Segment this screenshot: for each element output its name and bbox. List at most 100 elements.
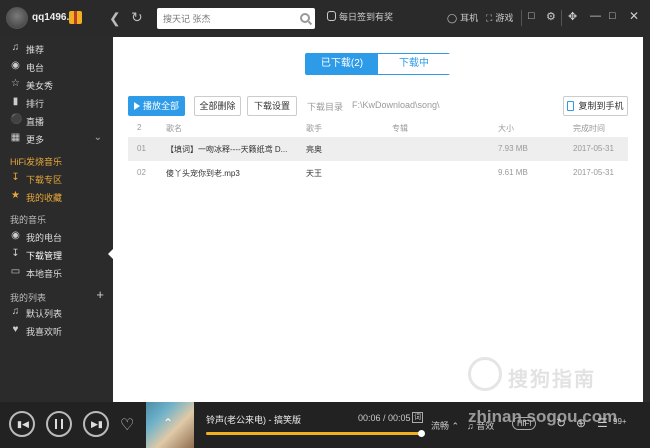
chart-icon: ▮ (12, 96, 19, 107)
sidebar-item-radio[interactable]: ◉ 电台 (0, 57, 112, 75)
tab-downloaded[interactable]: 已下载(2) (306, 54, 378, 74)
sidebar-item-label: 我喜欢听 (26, 327, 63, 337)
col-name[interactable]: 歌名 (166, 123, 182, 134)
col-size[interactable]: 大小 (498, 123, 514, 134)
lyric-button[interactable]: 词 (412, 412, 423, 423)
hifi-badge[interactable]: HiFi (512, 417, 537, 430)
row-completed: 2017-05-31 (573, 168, 614, 177)
search-input[interactable] (163, 11, 291, 26)
music-note-icon: ♫ (11, 306, 20, 317)
sogou-watermark-logo (468, 357, 502, 391)
gift-icon[interactable] (69, 11, 82, 24)
sidebar-item-label: 美女秀 (26, 81, 54, 91)
hifi-section-title: HiFi发烧音乐 (10, 157, 62, 167)
table-row[interactable]: 01 【填词】一吻冰释----天籁纸鸢 D... 亮奥 7.93 MB 2017… (128, 137, 628, 161)
sidebar-item-default-list[interactable]: ♫ 默认列表 (0, 303, 112, 321)
play-all-button[interactable]: 播放全部 (128, 96, 185, 116)
quality-mode[interactable]: 流畅 ⌃ (431, 419, 459, 432)
table-row[interactable]: 02 傻丫头宠你到老.mp3 天王 9.61 MB 2017-05-31 (128, 161, 628, 185)
delete-all-button[interactable]: 全部删除 (194, 96, 241, 116)
sidebar-item-download-manager[interactable]: ↧ 下载管理 (0, 245, 113, 263)
database-icon (327, 11, 336, 21)
sound-effect-button[interactable]: ♫ 音效 (467, 419, 494, 432)
sidebar-item-label: 默认列表 (26, 309, 63, 319)
sidebar-item-recommend[interactable]: ♫ 推荐 (0, 39, 112, 57)
download-icon: ↧ (11, 248, 20, 259)
plus-icon[interactable]: + (96, 287, 104, 302)
search-icon[interactable] (300, 13, 310, 23)
row-name: 傻丫头宠你到老.mp3 (166, 169, 240, 178)
back-arrow-icon[interactable]: ❮ (109, 10, 121, 27)
sidebar-item-liked[interactable]: ♥ 我喜欢听 (0, 321, 112, 339)
table-header: 2 歌名 歌手 专辑 大小 完成时间 (128, 121, 628, 135)
game-link[interactable]: ⛶ 游戏 (486, 11, 513, 24)
play-icon (133, 102, 140, 110)
col-artist[interactable]: 歌手 (306, 123, 322, 134)
radio-icon: ◉ (11, 230, 20, 241)
skin-icon[interactable]: □ (528, 10, 535, 22)
download-settings-button[interactable]: 下载设置 (247, 96, 297, 116)
divider (561, 10, 562, 26)
grid-icon: ▦ (10, 132, 21, 143)
divider (521, 10, 522, 26)
watermark-text: 搜狗指南 (508, 369, 596, 391)
col-completed[interactable]: 完成时间 (573, 123, 605, 134)
tab-downloading[interactable]: 下载中 (378, 54, 450, 74)
heart-icon[interactable]: ♡ (120, 415, 134, 435)
radio-icon: ◉ (11, 60, 20, 71)
avatar[interactable] (6, 7, 28, 29)
chevron-down-icon[interactable]: ⌄ (94, 132, 102, 143)
heart-icon: ♥ (12, 324, 19, 335)
close-icon[interactable]: ✕ (629, 9, 639, 23)
minimize-icon[interactable]: — (590, 10, 601, 22)
sidebar: ♫ 推荐 ◉ 电台 ☆ 美女秀 ▮ 排行 ⚫ 直播 ▦ 更多 ⌄ HiFi发烧音… (0, 37, 113, 402)
next-button[interactable]: ▶▮ (83, 411, 109, 437)
toolbar: 播放全部 全部删除 下载设置 下载目录 F:\KwDownload\song\ … (128, 96, 628, 116)
right-edge (643, 37, 650, 402)
sidebar-item-label: 推荐 (26, 45, 45, 55)
sidebar-item-my-favorites[interactable]: ★ 我的收藏 (0, 187, 112, 205)
row-index: 02 (137, 168, 146, 177)
signin-label: 每日签到有奖 (339, 12, 394, 22)
loop-icon[interactable]: ↻ (556, 416, 566, 430)
sidebar-item-label: 我的电台 (26, 233, 63, 243)
pause-button[interactable] (46, 411, 72, 437)
mini-mode-icon[interactable]: ✥ (568, 10, 577, 23)
sidebar-item-ranking[interactable]: ▮ 排行 (0, 93, 112, 111)
playlist-icon[interactable]: ☰ (597, 416, 608, 430)
chevron-up-icon[interactable]: ⌃ (163, 416, 173, 430)
music-note-icon: ♫ (11, 42, 20, 53)
col-album[interactable]: 专辑 (392, 123, 408, 134)
progress-bar[interactable] (206, 430, 425, 437)
download-dir-path[interactable]: F:\KwDownload\song\ (352, 100, 440, 110)
gear-icon[interactable]: ⚙ (546, 10, 556, 23)
row-artist: 天王 (306, 169, 322, 178)
quality-mode-label: 流畅 (431, 421, 450, 431)
maximize-icon[interactable]: □ (609, 10, 616, 22)
headset-link[interactable]: ◯ 耳机 (447, 11, 478, 24)
song-title[interactable]: 铃声(老公来电) - 搞笑版 (206, 413, 301, 426)
signin-link[interactable]: 每日签到有奖 (327, 10, 393, 23)
row-completed: 2017-05-31 (573, 144, 614, 153)
sidebar-item-more[interactable]: ▦ 更多 ⌄ (0, 129, 112, 147)
progress-knob[interactable] (418, 430, 425, 437)
sidebar-item-local-music[interactable]: ▭ 本地音乐 (0, 263, 112, 281)
download-tabs: 已下载(2) 下载中 (305, 53, 450, 75)
sidebar-item-download-zone[interactable]: ↧ 下载专区 (0, 169, 112, 187)
col-index: 2 (137, 123, 142, 132)
sidebar-item-label: 下载专区 (26, 175, 63, 185)
copy-to-phone-button[interactable]: 复制到手机 (563, 96, 628, 116)
phone-icon (567, 101, 575, 111)
volume-icon[interactable]: ⊕ (576, 416, 586, 430)
sidebar-item-my-radio[interactable]: ◉ 我的电台 (0, 227, 112, 245)
pause-icon (55, 419, 63, 429)
game-label: 游戏 (495, 13, 514, 23)
refresh-icon[interactable]: ↻ (131, 9, 143, 26)
player-bar: ▮◀ ▶▮ ♡ ⌃ 铃声(老公来电) - 搞笑版 00:06 / 00:05 词… (0, 402, 650, 448)
sidebar-item-label: 我的收藏 (26, 193, 63, 203)
search-box (157, 8, 315, 29)
sidebar-item-beauty-show[interactable]: ☆ 美女秀 (0, 75, 112, 93)
previous-button[interactable]: ▮◀ (9, 411, 35, 437)
previous-icon: ▮◀ (17, 419, 29, 429)
sidebar-item-live[interactable]: ⚫ 直播 (0, 111, 112, 129)
